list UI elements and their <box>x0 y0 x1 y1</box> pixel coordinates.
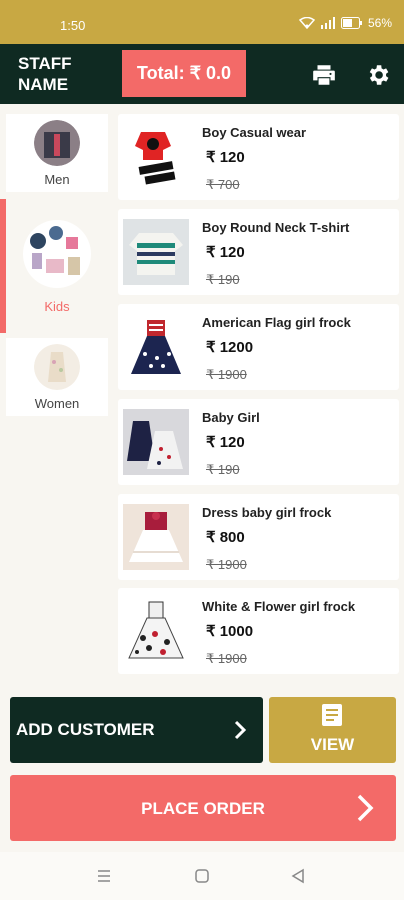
product-price: ₹ 120 <box>206 434 245 451</box>
product-price: ₹ 120 <box>206 149 245 166</box>
chevron-right-icon <box>357 794 374 822</box>
battery-icon <box>340 17 362 29</box>
document-icon <box>322 704 342 726</box>
product-card[interactable]: American Flag girl frock ₹ 1200 ₹ 1900 <box>118 304 399 390</box>
product-mrp: ₹ 190 <box>206 272 240 287</box>
system-nav-bar <box>0 852 404 900</box>
product-price: ₹ 800 <box>206 529 245 546</box>
category-kids[interactable]: Kids <box>6 199 108 333</box>
product-image <box>123 598 189 664</box>
home-icon[interactable] <box>194 868 210 884</box>
product-mrp: ₹ 190 <box>206 462 240 477</box>
product-card[interactable]: White & Flower girl frock ₹ 1000 ₹ 1900 <box>118 588 399 674</box>
product-image <box>123 504 189 570</box>
category-men[interactable]: Men <box>6 114 108 192</box>
product-mrp: ₹ 1900 <box>206 557 247 572</box>
place-order-button[interactable]: PLACE ORDER <box>10 775 396 841</box>
product-image <box>123 219 189 285</box>
app-header: STAFF NAME Total: ₹ 0.0 <box>0 44 404 104</box>
product-card[interactable]: Boy Casual wear ₹ 120 ₹ 700 <box>118 114 399 200</box>
view-label: VIEW <box>310 735 355 754</box>
product-mrp: ₹ 1900 <box>206 651 247 666</box>
product-image <box>123 409 189 475</box>
category-label-kids: Kids <box>44 299 70 314</box>
product-name: Baby Girl <box>202 410 260 425</box>
add-customer-button[interactable]: ADD CUSTOMER <box>10 697 263 763</box>
product-card[interactable]: Dress baby girl frock ₹ 800 ₹ 1900 <box>118 494 399 580</box>
add-customer-label: ADD CUSTOMER <box>16 720 155 739</box>
product-name: Boy Casual wear <box>202 125 307 140</box>
signal-icon <box>320 17 335 29</box>
product-mrp: ₹ 700 <box>206 177 240 192</box>
status-bar: 1:50 56% <box>0 0 404 44</box>
category-sidebar: Men Kids Women <box>0 104 116 688</box>
total-badge: Total: ₹ 0.0 <box>122 50 246 97</box>
men-category-image <box>34 120 80 166</box>
category-women[interactable]: Women <box>6 338 108 416</box>
kids-category-image <box>23 220 91 288</box>
view-button[interactable]: VIEW <box>269 697 396 763</box>
product-card[interactable]: Baby Girl ₹ 120 ₹ 190 <box>118 399 399 485</box>
staff-name: STAFF NAME <box>18 54 72 94</box>
product-image <box>123 124 189 190</box>
product-mrp: ₹ 1900 <box>206 367 247 382</box>
category-label-men: Men <box>44 172 70 187</box>
product-name: White & Flower girl frock <box>202 599 356 614</box>
battery-percent: 56% <box>367 16 392 30</box>
print-icon[interactable] <box>311 62 337 88</box>
product-price: ₹ 120 <box>206 244 245 261</box>
product-image <box>123 314 189 380</box>
status-time: 1:50 <box>60 18 86 33</box>
gear-icon[interactable] <box>365 62 391 88</box>
women-category-image <box>34 344 80 390</box>
wifi-icon <box>298 17 315 29</box>
back-icon[interactable] <box>290 868 306 884</box>
product-card[interactable]: Boy Round Neck T-shirt ₹ 120 ₹ 190 <box>118 209 399 295</box>
status-icons: 56% <box>298 16 392 30</box>
product-price: ₹ 1200 <box>206 339 254 356</box>
product-name: Boy Round Neck T-shirt <box>202 220 350 235</box>
place-order-label: PLACE ORDER <box>141 799 265 818</box>
product-name: American Flag girl frock <box>202 315 351 330</box>
chevron-right-icon <box>234 720 247 740</box>
category-label-women: Women <box>34 396 80 411</box>
product-name: Dress baby girl frock <box>202 505 332 520</box>
product-price: ₹ 1000 <box>206 623 254 640</box>
recent-apps-icon[interactable] <box>96 868 112 884</box>
